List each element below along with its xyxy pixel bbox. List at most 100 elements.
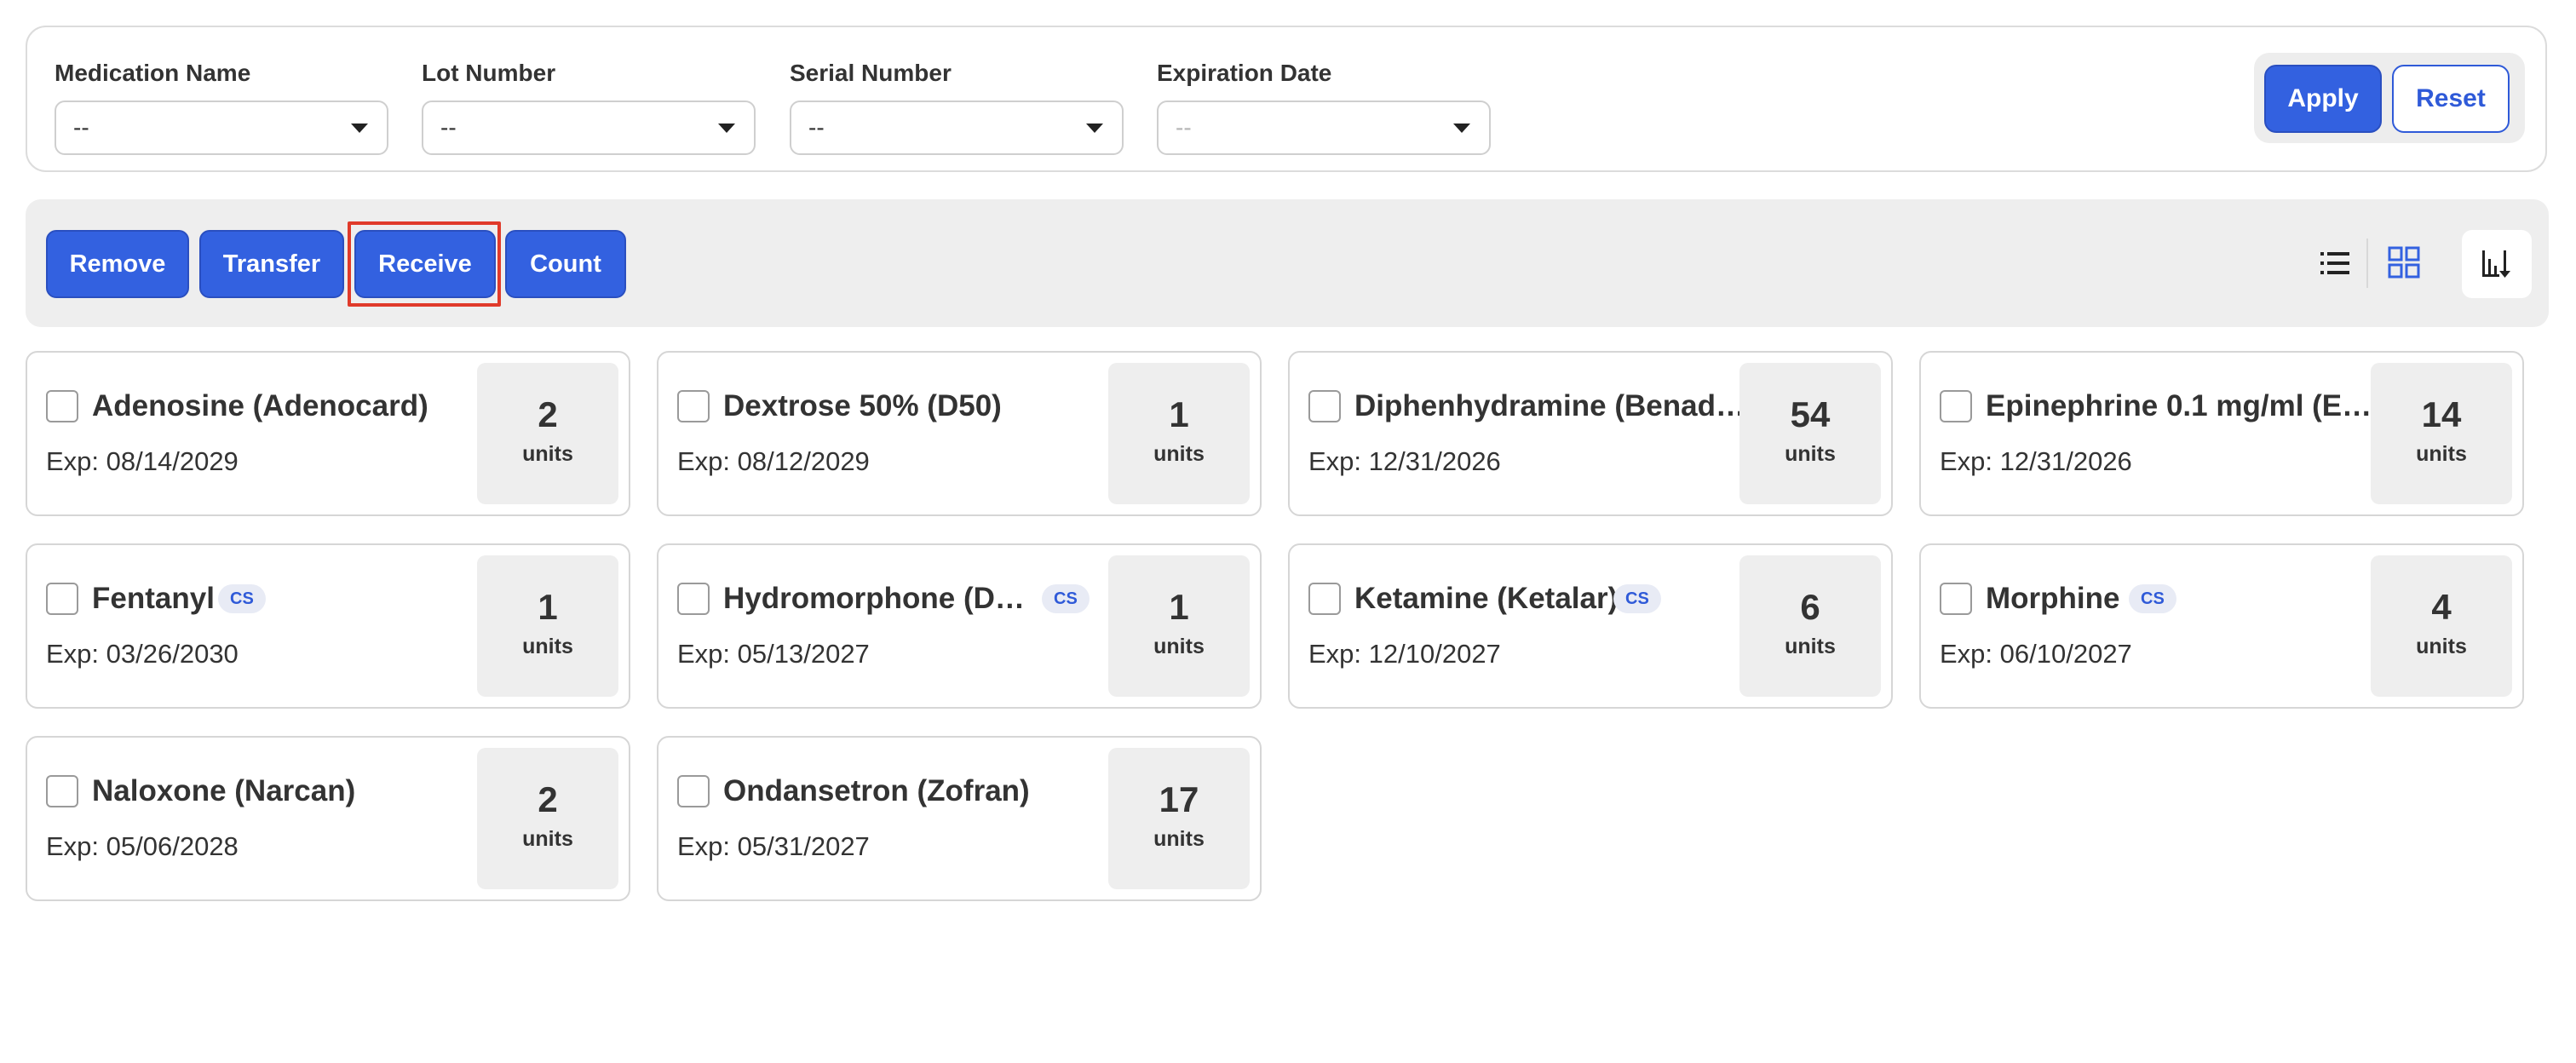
medication-card[interactable]: Diphenhydramine (Benadryl) Exp: 12/31/20…: [1288, 351, 1893, 516]
serial-number-filter: Serial Number --: [790, 58, 1124, 155]
expiration-text: Exp: 08/12/2029: [677, 446, 870, 476]
quantity-box: 1 units: [1108, 363, 1250, 504]
controlled-substance-badge: CS: [2129, 584, 2176, 613]
quantity-value: 2: [538, 779, 558, 819]
quantity-unit: units: [1153, 442, 1205, 466]
card-checkbox[interactable]: [677, 775, 710, 807]
expiration-text: Exp: 03/26/2030: [46, 639, 239, 669]
quantity-value: 54: [1790, 394, 1831, 434]
controlled-substance-badge: CS: [1042, 584, 1090, 613]
card-checkbox[interactable]: [46, 390, 78, 422]
expiration-text: Exp: 05/13/2027: [677, 639, 870, 669]
count-button[interactable]: Count: [505, 230, 626, 298]
list-view-icon[interactable]: [2317, 245, 2353, 281]
serial-number-label: Serial Number: [790, 60, 952, 86]
quantity-value: 1: [1169, 394, 1189, 434]
chevron-down-icon: [718, 124, 735, 133]
medication-name: Ondansetron (Zofran): [723, 774, 1030, 807]
quantity-box: 14 units: [2371, 363, 2512, 504]
expiration-date-filter: Expiration Date --: [1157, 58, 1491, 155]
quantity-value: 1: [1169, 587, 1189, 627]
lot-number-filter: Lot Number --: [422, 58, 756, 155]
filter-actions: Apply Reset: [2254, 53, 2525, 143]
medication-name: Naloxone (Narcan): [92, 774, 356, 807]
card-checkbox[interactable]: [46, 583, 78, 615]
medication-card[interactable]: Hydromorphone (Dilaudid) CS Exp: 05/13/2…: [657, 543, 1262, 709]
quantity-box: 2 units: [477, 363, 618, 504]
medication-card[interactable]: Ondansetron (Zofran) Exp: 05/31/2027 17 …: [657, 736, 1262, 901]
quantity-box: 2 units: [477, 748, 618, 889]
grid-view-icon[interactable]: [2385, 244, 2423, 281]
quantity-value: 6: [1800, 587, 1820, 627]
medication-name: Ketamine (Ketalar): [1354, 582, 1619, 615]
quantity-value: 2: [538, 394, 558, 434]
medication-name-filter: Medication Name --: [55, 58, 388, 155]
reset-button[interactable]: Reset: [2392, 65, 2510, 133]
card-checkbox[interactable]: [46, 775, 78, 807]
quantity-unit: units: [1785, 442, 1836, 466]
medication-name: Epinephrine 0.1 mg/ml (Epinephrine): [1986, 389, 2386, 422]
card-checkbox[interactable]: [677, 583, 710, 615]
serial-number-value: --: [808, 114, 825, 141]
card-checkbox[interactable]: [1308, 390, 1341, 422]
apply-button[interactable]: Apply: [2264, 65, 2382, 133]
medication-name: Adenosine (Adenocard): [92, 389, 428, 422]
expiration-text: Exp: 05/06/2028: [46, 831, 239, 861]
transfer-button[interactable]: Transfer: [199, 230, 344, 298]
lot-number-label: Lot Number: [422, 60, 556, 86]
lot-number-value: --: [440, 114, 457, 141]
quantity-value: 1: [538, 587, 558, 627]
quantity-box: 1 units: [1108, 555, 1250, 697]
filter-panel: Medication Name -- Lot Number -- Serial …: [26, 26, 2547, 172]
quantity-value: 4: [2431, 587, 2452, 627]
receive-button[interactable]: Receive: [354, 230, 496, 298]
medication-card[interactable]: Fentanyl CS Exp: 03/26/2030 1 units: [26, 543, 630, 709]
sort-button[interactable]: [2462, 230, 2532, 298]
remove-button[interactable]: Remove: [46, 230, 189, 298]
serial-number-select[interactable]: --: [790, 101, 1124, 155]
action-toolbar: Remove Transfer Receive Count: [26, 199, 2549, 327]
expiration-date-select[interactable]: --: [1157, 101, 1491, 155]
quantity-unit: units: [2416, 635, 2467, 658]
chevron-down-icon: [351, 124, 368, 133]
quantity-unit: units: [2416, 442, 2467, 466]
expiration-date-value: --: [1176, 114, 1192, 141]
medication-name-label: Medication Name: [55, 60, 251, 86]
quantity-box: 6 units: [1739, 555, 1881, 697]
expiration-text: Exp: 12/31/2026: [1940, 446, 2132, 476]
quantity-box: 54 units: [1739, 363, 1881, 504]
quantity-box: 1 units: [477, 555, 618, 697]
medication-card[interactable]: Epinephrine 0.1 mg/ml (Epinephrine) Exp:…: [1919, 351, 2524, 516]
quantity-value: 17: [1159, 779, 1199, 819]
medication-name: Diphenhydramine (Benadryl): [1354, 389, 1755, 422]
quantity-unit: units: [522, 635, 573, 658]
medication-name: Hydromorphone (Dilaudid): [723, 582, 1026, 615]
quantity-unit: units: [1153, 827, 1205, 851]
controlled-substance-badge: CS: [1613, 584, 1661, 613]
card-checkbox[interactable]: [1940, 390, 1972, 422]
expiration-date-label: Expiration Date: [1157, 60, 1332, 86]
medication-name: Dextrose 50% (D50): [723, 389, 1002, 422]
card-checkbox[interactable]: [677, 390, 710, 422]
expiration-text: Exp: 05/31/2027: [677, 831, 870, 861]
lot-number-select[interactable]: --: [422, 101, 756, 155]
medication-card[interactable]: Naloxone (Narcan) Exp: 05/06/2028 2 unit…: [26, 736, 630, 901]
medication-name-select[interactable]: --: [55, 101, 388, 155]
medication-name-value: --: [73, 114, 89, 141]
quantity-unit: units: [1785, 635, 1836, 658]
quantity-box: 17 units: [1108, 748, 1250, 889]
chevron-down-icon: [1453, 124, 1470, 133]
medication-name: Morphine: [1986, 582, 2120, 615]
view-divider: [2366, 238, 2368, 288]
card-checkbox[interactable]: [1308, 583, 1341, 615]
quantity-value: 14: [2421, 394, 2462, 434]
quantity-box: 4 units: [2371, 555, 2512, 697]
medication-card[interactable]: Adenosine (Adenocard) Exp: 08/14/2029 2 …: [26, 351, 630, 516]
quantity-unit: units: [522, 442, 573, 466]
medication-card[interactable]: Ketamine (Ketalar) CS Exp: 12/10/2027 6 …: [1288, 543, 1893, 709]
quantity-unit: units: [522, 827, 573, 851]
medication-card[interactable]: Morphine CS Exp: 06/10/2027 4 units: [1919, 543, 2524, 709]
card-checkbox[interactable]: [1940, 583, 1972, 615]
medication-card[interactable]: Dextrose 50% (D50) Exp: 08/12/2029 1 uni…: [657, 351, 1262, 516]
expiration-text: Exp: 12/31/2026: [1308, 446, 1501, 476]
